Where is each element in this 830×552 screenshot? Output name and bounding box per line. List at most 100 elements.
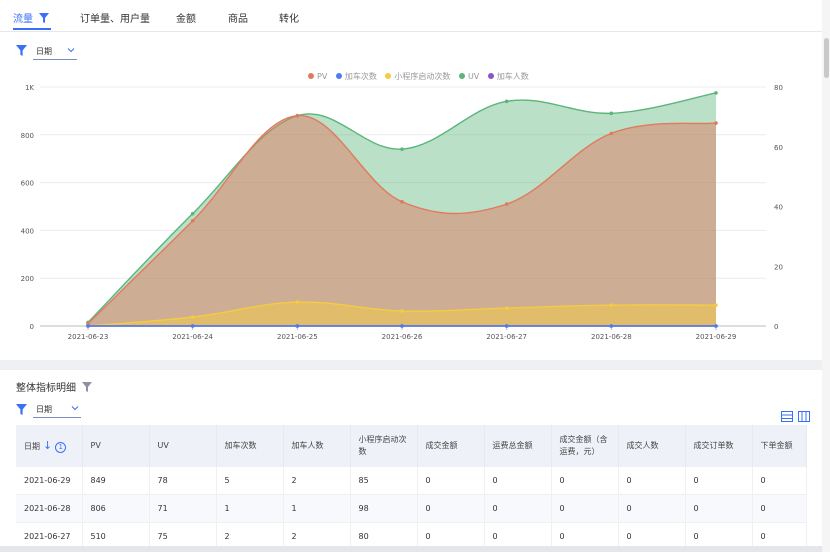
x-tick-label: 2021-06-26 (382, 333, 423, 341)
chevron-down-icon (71, 406, 79, 411)
metric-tabs: 流量 订单量、用户量 金额 商品 转化 (0, 0, 822, 32)
table-cell: 0 (484, 467, 552, 495)
data-point (190, 315, 195, 319)
data-point (190, 211, 195, 216)
view-toggle (781, 407, 811, 426)
data-point (295, 113, 300, 118)
column-header[interactable]: 成交金额（含运费，元） (551, 425, 619, 467)
data-point (714, 303, 718, 307)
table-cell: 2 (283, 467, 351, 495)
data-point (714, 324, 718, 328)
tab-traffic[interactable]: 流量 (13, 10, 50, 25)
data-point (504, 306, 509, 310)
y-left-tick-label: 800 (21, 132, 34, 140)
column-header[interactable]: 小程序启动次数 (350, 425, 418, 467)
column-header[interactable]: 加车次数 (216, 425, 284, 467)
tab-conversion[interactable]: 转化 (279, 10, 299, 25)
table-cell: 1 (283, 494, 351, 523)
column-header[interactable]: 运费总金额 (484, 425, 552, 467)
data-point (609, 111, 614, 116)
y-left-tick-label: 1K (25, 84, 34, 92)
table-cell: 2021-06-28 (16, 494, 83, 523)
y-left-tick-label: 0 (30, 323, 34, 331)
data-point (609, 303, 614, 307)
table-cell: 71 (149, 494, 217, 523)
info-icon[interactable]: 1 (55, 441, 67, 453)
table-row[interactable]: 2021-06-29 849 78 5 2 85 0 0 0 0 0 0 (16, 467, 807, 495)
page-scrollbar-thumb[interactable] (824, 38, 829, 78)
data-point (504, 99, 509, 104)
table-cell: 0 (618, 467, 686, 495)
tab-products[interactable]: 商品 (228, 10, 248, 25)
table-cell: 0 (551, 494, 619, 523)
data-point (400, 199, 404, 204)
data-point (190, 219, 195, 223)
table-row[interactable]: 2021-06-28 806 71 1 1 98 0 0 0 0 0 0 (16, 494, 807, 523)
table-header-row: 日期 ↓ 1 PV UV 加车次数 加车人数 小程序启动次数 成交金额 运费总金额 … (16, 425, 807, 467)
y-right-tick-label: 40 (774, 204, 783, 212)
series-area (88, 115, 716, 326)
data-point (190, 324, 195, 328)
column-header[interactable]: PV (82, 425, 150, 467)
page-scrollbar[interactable] (822, 0, 830, 552)
table-cell: 2021-06-29 (16, 467, 83, 495)
data-point (714, 121, 718, 125)
data-point (714, 91, 718, 95)
column-header[interactable]: 成交人数 (618, 425, 686, 467)
tab-orders-users[interactable]: 订单量、用户量 (80, 10, 150, 25)
table-cell: 0 (685, 494, 753, 523)
x-tick-label: 2021-06-24 (172, 333, 213, 341)
tab-traffic-label: 流量 (13, 14, 33, 25)
chart-dimension-select[interactable]: 日期 (33, 43, 77, 60)
y-left-tick-label: 200 (21, 275, 34, 283)
detail-section-title: 整体指标明细 (16, 379, 93, 394)
filter-icon[interactable] (82, 382, 93, 392)
x-tick-label: 2021-06-28 (591, 333, 632, 341)
active-tab-indicator (13, 28, 51, 30)
table-cell: 0 (417, 467, 485, 495)
y-right-tick-label: 80 (774, 84, 783, 92)
table-cell: 0 (685, 467, 753, 495)
y-left-tick-label: 400 (21, 227, 34, 235)
traffic-area-chart: 0 200 400 600 800 1K 0 20 40 60 80 2021-06-23 2021-0… (21, 84, 783, 341)
column-header[interactable]: 加车人数 (283, 425, 351, 467)
column-header[interactable]: 成交订单数 (685, 425, 753, 467)
filter-icon[interactable] (39, 13, 50, 23)
data-point (504, 324, 509, 328)
bottom-taskbar-strip (0, 546, 822, 552)
data-point (504, 202, 509, 206)
column-header[interactable]: UV (149, 425, 217, 467)
y-right-tick-label: 0 (774, 323, 778, 331)
table-cell: 5 (216, 467, 284, 495)
data-point (400, 147, 404, 151)
table-cell: 85 (350, 467, 418, 495)
column-header[interactable]: 成交金额 (417, 425, 485, 467)
table-cell: 0 (752, 494, 807, 523)
table-view-icon[interactable] (781, 411, 793, 422)
table-cell: 0 (417, 494, 485, 523)
data-point (295, 324, 300, 328)
data-point (609, 324, 614, 328)
data-point (400, 309, 404, 313)
x-tick-label: 2021-06-29 (696, 333, 737, 341)
column-header-date[interactable]: 日期 ↓ 1 (16, 425, 83, 467)
x-tick-label: 2021-06-23 (68, 333, 109, 341)
y-right-tick-label: 20 (774, 263, 783, 271)
filter-icon[interactable] (16, 45, 27, 56)
x-tick-label: 2021-06-27 (486, 333, 527, 341)
sort-desc-icon[interactable]: ↓ (43, 439, 52, 452)
y-right-tick-label: 60 (774, 144, 783, 152)
column-view-icon[interactable] (798, 411, 811, 422)
table-cell: 1 (216, 494, 284, 523)
detail-title-text: 整体指标明细 (16, 383, 76, 394)
column-header[interactable]: 下单金额 (752, 425, 807, 467)
data-point (86, 324, 90, 328)
detail-table: 日期 ↓ 1 PV UV 加车次数 加车人数 小程序启动次数 成交金额 运费总金额 … (16, 425, 807, 551)
x-tick-label: 2021-06-25 (277, 333, 318, 341)
table-cell: 806 (82, 494, 150, 523)
chart-dimension-value: 日期 (36, 47, 52, 56)
table-cell: 78 (149, 467, 217, 495)
tab-amount[interactable]: 金额 (176, 10, 196, 25)
table-dimension-select[interactable]: 日期 (33, 401, 81, 418)
filter-icon[interactable] (16, 404, 27, 415)
